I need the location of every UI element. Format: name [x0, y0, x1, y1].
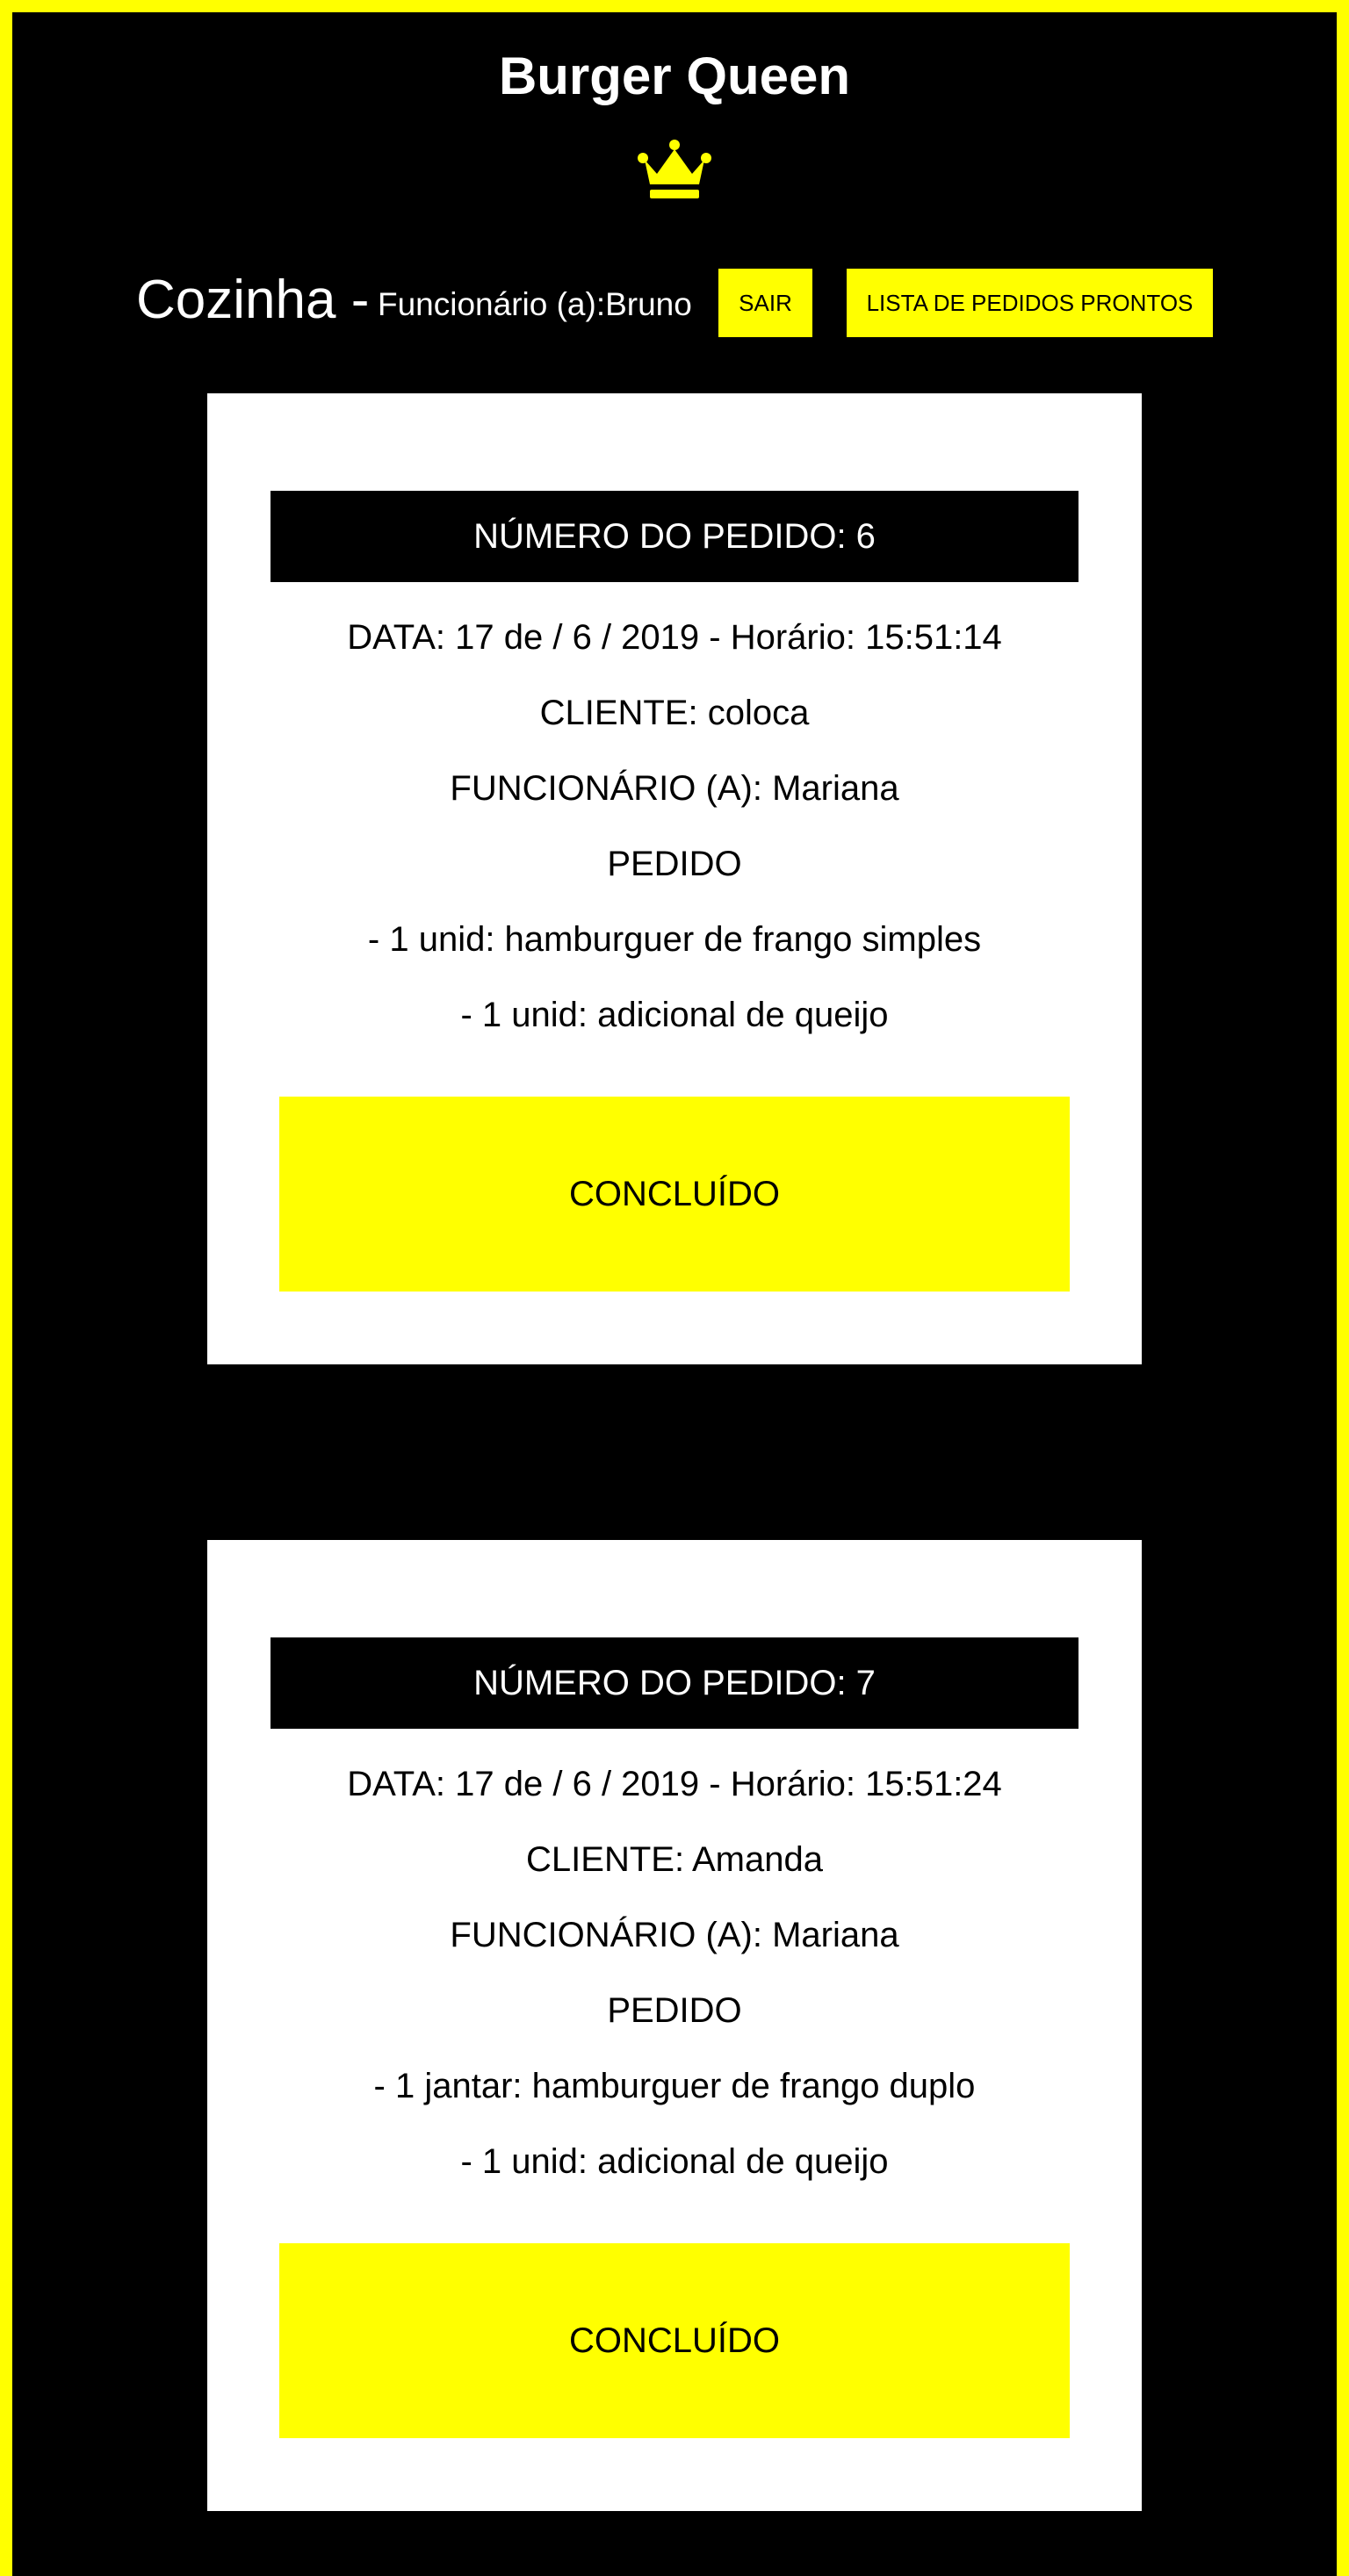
order-client: CLIENTE: coloca: [539, 694, 810, 732]
kitchen-header: Cozinha - Funcionário (a):Bruno SAIR LIS…: [136, 262, 1278, 339]
order-number-banner: NÚMERO DO PEDIDO: 6: [271, 491, 1078, 582]
app-title: Burger Queen: [498, 47, 851, 105]
crown-icon: [638, 140, 711, 198]
order-employee: FUNCIONÁRIO (A): Mariana: [450, 1916, 899, 1954]
order-items-heading: PEDIDO: [607, 1991, 742, 2030]
logout-button[interactable]: SAIR: [718, 269, 812, 337]
current-employee: Funcionário (a):Bruno: [378, 286, 692, 322]
complete-order-button[interactable]: CONCLUÍDO: [279, 2243, 1070, 2438]
order-item: - 1 unid: adicional de queijo: [460, 2142, 889, 2181]
order-items-heading: PEDIDO: [607, 845, 742, 883]
order-item: - 1 unid: adicional de queijo: [460, 996, 889, 1034]
order-client: CLIENTE: Amanda: [526, 1840, 823, 1879]
ready-orders-button[interactable]: LISTA DE PEDIDOS PRONTOS: [847, 269, 1213, 337]
order-item: - 1 jantar: hamburguer de frango duplo: [373, 2067, 976, 2105]
complete-order-button[interactable]: CONCLUÍDO: [279, 1097, 1070, 1292]
order-card: NÚMERO DO PEDIDO: 6 DATA: 17 de / 6 / 20…: [207, 393, 1142, 1364]
order-item: - 1 unid: hamburguer de frango simples: [367, 920, 982, 959]
order-date: DATA: 17 de / 6 / 2019 - Horário: 15:51:…: [347, 618, 1002, 657]
order-number-banner: NÚMERO DO PEDIDO: 7: [271, 1637, 1078, 1729]
section-title: Cozinha -: [136, 270, 370, 330]
order-card: NÚMERO DO PEDIDO: 7 DATA: 17 de / 6 / 20…: [207, 1540, 1142, 2511]
order-date: DATA: 17 de / 6 / 2019 - Horário: 15:51:…: [347, 1765, 1002, 1803]
order-employee: FUNCIONÁRIO (A): Mariana: [450, 769, 899, 808]
